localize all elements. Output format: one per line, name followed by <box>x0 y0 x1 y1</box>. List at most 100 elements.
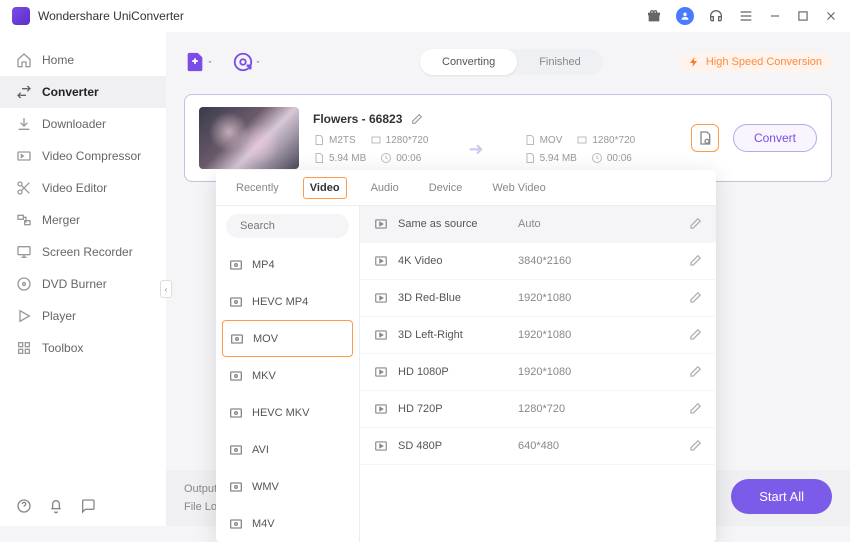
chevron-down-icon <box>206 58 214 66</box>
help-icon[interactable] <box>16 498 32 514</box>
resolution-icon <box>576 134 588 146</box>
resolution-item[interactable]: 4K Video3840*2160 <box>360 243 716 280</box>
format-item-mov[interactable]: MOV <box>222 320 353 357</box>
start-all-button[interactable]: Start All <box>731 479 832 514</box>
preset-icon <box>374 402 388 416</box>
resolution-item[interactable]: Same as sourceAuto <box>360 206 716 243</box>
resolution-name: 3D Red-Blue <box>398 292 508 304</box>
bell-icon[interactable] <box>48 498 64 514</box>
scissors-icon <box>16 180 32 196</box>
high-speed-label: High Speed Conversion <box>706 56 822 68</box>
segment-converting[interactable]: Converting <box>420 49 517 75</box>
gift-icon[interactable] <box>646 8 662 24</box>
resolution-value: 3840*2160 <box>518 255 678 267</box>
chevron-down-icon <box>254 58 262 66</box>
resolution-item[interactable]: 3D Red-Blue 1920*1080 <box>360 280 716 317</box>
edit-preset-icon[interactable] <box>688 439 702 453</box>
add-file-button[interactable] <box>184 51 214 73</box>
close-button[interactable] <box>824 9 838 23</box>
resolution-item[interactable]: SD 480P640*480 <box>360 428 716 465</box>
sidebar-item-downloader[interactable]: Downloader <box>0 108 166 140</box>
segment-finished[interactable]: Finished <box>517 49 603 75</box>
video-thumbnail[interactable] <box>199 107 299 169</box>
dst-resolution: 1280*720 <box>592 135 635 146</box>
format-item-avi[interactable]: AVI <box>216 431 359 468</box>
dropdown-tab-video[interactable]: Video <box>303 177 347 199</box>
src-resolution: 1280*720 <box>386 135 429 146</box>
sidebar-item-recorder[interactable]: Screen Recorder <box>0 236 166 268</box>
resolution-value: 1920*1080 <box>518 292 678 304</box>
converter-icon <box>16 84 32 100</box>
format-item-m4v[interactable]: M4V <box>216 505 359 542</box>
edit-preset-icon[interactable] <box>688 402 702 416</box>
file-icon <box>313 134 325 146</box>
edit-preset-icon[interactable] <box>688 254 702 268</box>
format-search[interactable] <box>226 214 349 238</box>
resolution-item[interactable]: 3D Left-Right1920*1080 <box>360 317 716 354</box>
dropdown-tabs: Recently Video Audio Device Web Video <box>216 170 716 206</box>
format-item-hevc-mkv[interactable]: HEVC MKV <box>216 394 359 431</box>
format-item-mkv[interactable]: MKV <box>216 357 359 394</box>
rename-icon[interactable] <box>410 113 423 126</box>
format-icon <box>228 294 244 310</box>
resolution-icon <box>370 134 382 146</box>
minimize-button[interactable] <box>768 9 782 23</box>
format-icon <box>228 442 244 458</box>
format-label: HEVC MKV <box>252 407 309 419</box>
dst-duration: 00:06 <box>607 153 632 164</box>
format-list: MP4HEVC MP4MOVMKV HEVC MKV AVI WMVM4V <box>216 206 360 542</box>
sidebar-item-compressor[interactable]: Video Compressor <box>0 140 166 172</box>
dropdown-tab-audio[interactable]: Audio <box>365 178 405 198</box>
feedback-icon[interactable] <box>80 498 96 514</box>
src-duration: 00:06 <box>396 153 421 164</box>
dropdown-tab-recently[interactable]: Recently <box>230 178 285 198</box>
dropdown-tab-device[interactable]: Device <box>423 178 469 198</box>
dropdown-tab-web-video[interactable]: Web Video <box>486 178 551 198</box>
high-speed-toggle[interactable]: High Speed Conversion <box>678 52 832 72</box>
maximize-button[interactable] <box>796 9 810 23</box>
sidebar: Home Converter Downloader Video Compress… <box>0 32 166 526</box>
disc-icon <box>16 276 32 292</box>
add-folder-button[interactable] <box>232 51 262 73</box>
sidebar-item-home[interactable]: Home <box>0 44 166 76</box>
format-item-mp4[interactable]: MP4 <box>216 246 359 283</box>
monitor-icon <box>16 244 32 260</box>
status-segment: Converting Finished <box>420 49 603 75</box>
resolution-item[interactable]: HD 1080P1920*1080 <box>360 354 716 391</box>
sidebar-item-label: Player <box>42 309 76 323</box>
play-icon <box>16 308 32 324</box>
edit-preset-icon[interactable] <box>688 328 702 342</box>
format-item-wmv[interactable]: WMV <box>216 468 359 505</box>
format-item-hevc-mp4[interactable]: HEVC MP4 <box>216 283 359 320</box>
format-icon <box>228 405 244 421</box>
edit-preset-icon[interactable] <box>688 217 702 231</box>
format-icon <box>229 331 245 347</box>
headset-icon[interactable] <box>708 8 724 24</box>
grid-icon <box>16 340 32 356</box>
format-icon <box>228 368 244 384</box>
resolution-item[interactable]: HD 720P1280*720 <box>360 391 716 428</box>
sidebar-item-converter[interactable]: Converter <box>0 76 166 108</box>
home-icon <box>16 52 32 68</box>
edit-preset-icon[interactable] <box>688 365 702 379</box>
sidebar-item-dvd[interactable]: DVD Burner <box>0 268 166 300</box>
file-icon <box>524 134 536 146</box>
sidebar-item-label: Toolbox <box>42 341 83 355</box>
user-avatar[interactable] <box>676 7 694 25</box>
format-icon <box>228 257 244 273</box>
format-settings-button[interactable] <box>691 124 719 152</box>
sidebar-item-toolbox[interactable]: Toolbox <box>0 332 166 364</box>
download-icon <box>16 116 32 132</box>
sidebar-item-merger[interactable]: Merger <box>0 204 166 236</box>
menu-icon[interactable] <box>738 8 754 24</box>
format-label: AVI <box>252 444 269 456</box>
resolution-name: HD 1080P <box>398 366 508 378</box>
format-dropdown: RecentlyVideoAudioDeviceWeb Video MP4HEV… <box>216 170 716 542</box>
convert-button[interactable]: Convert <box>733 124 817 152</box>
format-icon <box>228 479 244 495</box>
edit-preset-icon[interactable] <box>688 291 702 305</box>
sidebar-item-editor[interactable]: Video Editor <box>0 172 166 204</box>
resolution-value: 640*480 <box>518 440 678 452</box>
sidebar-item-player[interactable]: Player <box>0 300 166 332</box>
compress-icon <box>16 148 32 164</box>
